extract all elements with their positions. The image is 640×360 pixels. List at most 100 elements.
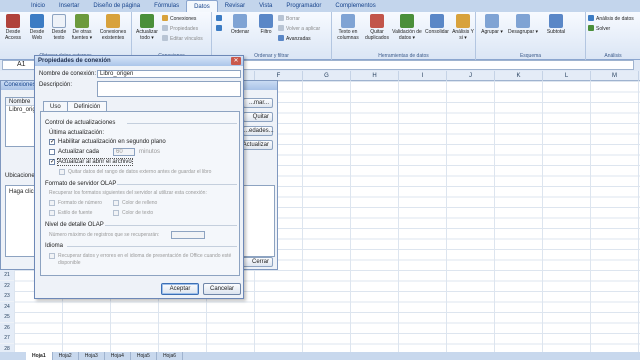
tab-formulas[interactable]: Fórmulas: [147, 0, 186, 12]
sort-button[interactable]: Ordenar: [228, 14, 252, 35]
close-button[interactable]: Cerrar: [241, 257, 273, 267]
tab-definicion[interactable]: Definición: [67, 101, 108, 111]
edit-links-button[interactable]: Editar vínculos: [162, 35, 203, 43]
max-records-stepper[interactable]: [171, 231, 205, 239]
connection-name-field[interactable]: Libro_origen: [97, 70, 241, 78]
sheet-tab-hoja6[interactable]: Hoja6: [157, 352, 184, 360]
from-web-button[interactable]: Desde Web: [26, 14, 48, 41]
subtotal-icon: [549, 14, 563, 28]
row-header[interactable]: 22: [0, 280, 14, 291]
sort-az-button[interactable]: [216, 15, 224, 23]
text-file-icon: [52, 14, 66, 28]
sheet-tab-hoja5[interactable]: Hoja5: [131, 352, 157, 360]
font-style-checkbox[interactable]: [49, 210, 55, 216]
connections-button[interactable]: Conexiones: [162, 15, 196, 23]
ungroup-button[interactable]: Desagrupar ▾: [506, 14, 540, 35]
row-header[interactable]: 24: [0, 301, 14, 312]
sheet-tab-hoja2[interactable]: Hoja2: [53, 352, 79, 360]
tab-inicio[interactable]: Inicio: [24, 0, 52, 12]
solver-icon: [588, 25, 594, 31]
sheet-tab-hoja1[interactable]: Hoja1: [26, 352, 53, 360]
column-header[interactable]: H: [351, 71, 399, 81]
subtotal-button[interactable]: Subtotal: [542, 14, 570, 35]
sort-za-button[interactable]: [216, 25, 224, 33]
column-header[interactable]: M: [591, 71, 639, 81]
existing-connections-button[interactable]: Conexiones existentes: [96, 14, 130, 41]
remove-button[interactable]: Quitar: [243, 112, 273, 122]
connection-properties-dialog: Propiedades de conexión ✕ Nombre de cone…: [34, 55, 244, 299]
tab-uso[interactable]: Uso: [43, 101, 68, 111]
language-checkbox[interactable]: [49, 253, 55, 259]
reapply-button[interactable]: Volver a aplicar: [278, 25, 320, 33]
clear-filter-button[interactable]: Borrar: [278, 15, 300, 23]
minutes-label: minutos: [139, 149, 161, 155]
filter-button[interactable]: Filtro: [256, 14, 276, 35]
row-header[interactable]: 26: [0, 322, 14, 333]
properties-button[interactable]: ...edades...: [243, 126, 274, 136]
sheet-tabs: Hoja1 Hoja2 Hoja3 Hoja4 Hoja5 Hoja6: [0, 352, 640, 360]
row-header[interactable]: 23: [0, 291, 14, 301]
tab-datos[interactable]: Datos: [186, 0, 218, 12]
sort-za-icon: [216, 25, 222, 31]
row-header[interactable]: 25: [0, 312, 14, 322]
ok-button[interactable]: Aceptar: [161, 283, 199, 295]
column-header[interactable]: K: [495, 71, 543, 81]
consolidate-button[interactable]: Consolidar: [422, 14, 452, 35]
refresh-all-button[interactable]: Actualizar todo ▾: [134, 14, 160, 41]
solver-button[interactable]: Solver: [588, 25, 610, 33]
divider: [105, 225, 237, 226]
column-header[interactable]: G: [303, 71, 351, 81]
refresh-on-open-checkbox[interactable]: ✓: [49, 159, 55, 165]
description-field[interactable]: [97, 81, 241, 97]
what-if-button[interactable]: Análisis Y si ▾: [452, 14, 474, 41]
divider: [127, 123, 237, 124]
number-format-label: Formato de número: [58, 200, 102, 206]
data-validation-button[interactable]: Validación de datos ▾: [392, 14, 422, 41]
font-style-label: Estilo de fuente: [58, 210, 93, 216]
max-records-label: Número máximo de registros que se recupe…: [49, 232, 160, 238]
row-header[interactable]: 27: [0, 333, 14, 343]
group-sort-filter: Ordenar Filtro Borrar Volver a aplicar A…: [212, 12, 332, 60]
cancel-button[interactable]: Cancelar: [203, 283, 241, 295]
tab-diseno-pagina[interactable]: Diseño de página: [86, 0, 147, 12]
sheet-tab-hoja3[interactable]: Hoja3: [79, 352, 105, 360]
sort-icon: [233, 14, 247, 28]
text-to-columns-button[interactable]: Texto en columnas: [334, 14, 362, 41]
text-color-label: Color de texto: [122, 210, 154, 216]
fill-color-checkbox[interactable]: [113, 200, 119, 206]
duplicates-icon: [370, 14, 384, 28]
olap-format-heading: Formato de servidor OLAP: [45, 181, 117, 187]
column-header[interactable]: I: [399, 71, 447, 81]
fill-color-label: Color de relleno: [122, 200, 158, 206]
sheet-tab-hoja4[interactable]: Hoja4: [105, 352, 131, 360]
column-header[interactable]: J: [447, 71, 495, 81]
group-outline: Agrupar ▾ Desagrupar ▾ Subtotal Esquema: [476, 12, 586, 60]
add-button[interactable]: ...mar...: [243, 98, 273, 108]
from-text-button[interactable]: Desde texto: [48, 14, 70, 41]
data-analysis-button[interactable]: Análisis de datos: [588, 15, 634, 23]
advanced-filter-button[interactable]: Avanzadas: [278, 35, 311, 43]
other-sources-button[interactable]: De otras fuentes ▾: [70, 14, 94, 41]
ribbon-tabs: Inicio Insertar Diseño de página Fórmula…: [0, 0, 640, 12]
refresh-button[interactable]: Actualizar: [239, 140, 273, 150]
tab-insertar[interactable]: Insertar: [52, 0, 86, 12]
row-header[interactable]: 21: [0, 270, 14, 280]
remove-data-checkbox[interactable]: [59, 169, 65, 175]
reapply-icon: [278, 25, 284, 31]
tab-complementos[interactable]: Complementos: [328, 0, 382, 12]
tab-revisar[interactable]: Revisar: [218, 0, 252, 12]
background-refresh-checkbox[interactable]: ✓: [49, 139, 55, 145]
remove-duplicates-button[interactable]: Quitar duplicados: [362, 14, 392, 41]
text-color-checkbox[interactable]: [113, 210, 119, 216]
properties-button[interactable]: Propiedades: [162, 25, 198, 33]
number-format-checkbox[interactable]: [49, 200, 55, 206]
tab-programador[interactable]: Programador: [279, 0, 328, 12]
tab-vista[interactable]: Vista: [252, 0, 279, 12]
from-access-button[interactable]: Desde Access: [2, 14, 24, 41]
close-icon[interactable]: ✕: [231, 57, 241, 65]
refresh-every-checkbox[interactable]: [49, 149, 55, 155]
refresh-minutes-stepper[interactable]: 60: [113, 148, 135, 156]
column-header[interactable]: L: [543, 71, 591, 81]
group-button[interactable]: Agrupar ▾: [480, 14, 504, 35]
ribbon: Desde Access Desde Web Desde texto De ot…: [0, 12, 640, 60]
